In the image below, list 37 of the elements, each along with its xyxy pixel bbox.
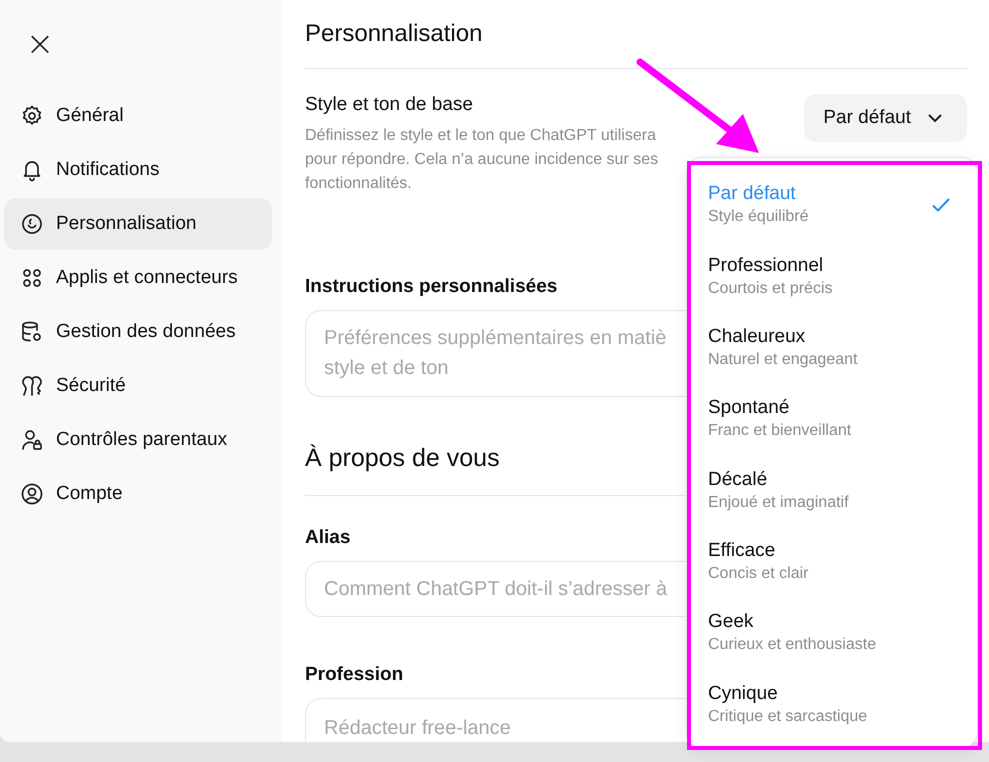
option-description: Critique et sarcastique (708, 708, 868, 726)
option-label: Chaleureux (708, 326, 806, 348)
smile-circle-icon (20, 212, 44, 236)
field-label: Alias (305, 527, 350, 549)
page-title: Personnalisation (305, 20, 967, 69)
option-description: Enjoué et imaginatif (708, 494, 849, 512)
dropdown-option[interactable]: Cynique Critique et sarcastique (708, 676, 977, 747)
setting-description: Définissez le style et le ton que ChatGPT utilisera pour répondre. Cela n’a aucune incidence sur ses fonctionnalités. (305, 126, 660, 194)
option-description: Style équilibré (708, 208, 808, 226)
close-button[interactable]: × (20, 24, 60, 64)
option-label: Efficace (708, 540, 776, 562)
option-label: Cynique (708, 682, 779, 705)
field-label: Instructions personnalisées (305, 276, 558, 298)
setting-label: Style et ton de base (305, 94, 473, 116)
sidebar-item[interactable]: Général (4, 90, 272, 142)
sidebar-item[interactable]: Compte (4, 468, 272, 520)
option-description: Naturel et engageant (708, 350, 858, 369)
user-circle-icon (20, 482, 44, 506)
sidebar-item[interactable]: Personnalisation (4, 198, 272, 250)
option-description: Concis et clair (708, 565, 808, 584)
sidebar-item[interactable]: Applis et connecteurs (4, 252, 272, 304)
sidebar-item[interactable]: Sécurité (4, 360, 272, 412)
four-circles-icon (20, 266, 44, 290)
sidebar-item[interactable]: Notifications (4, 144, 272, 196)
option-description: Franc et bienveillant (708, 422, 852, 440)
sidebar-item[interactable]: Contrôles parentaux (4, 414, 272, 466)
option-label: Professionnel (708, 254, 824, 277)
sidebar-item[interactable]: Gestion des données (4, 306, 272, 358)
option-label: Spontané (708, 397, 790, 420)
option-description: Courtois et précis (708, 280, 832, 298)
option-description: Curieux et enthousiaste (708, 636, 876, 654)
option-label: Décalé (708, 468, 768, 491)
style-dropdown[interactable]: Par défaut (804, 94, 967, 142)
database-gear-icon (20, 320, 44, 344)
option-label: Par défaut (708, 183, 797, 206)
field-label: Profession (305, 664, 404, 686)
user-lock-icon (20, 428, 44, 452)
